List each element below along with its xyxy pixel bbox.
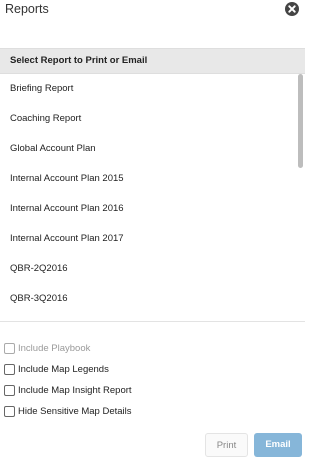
report-list-scrollbar[interactable] xyxy=(298,74,303,168)
include-map-insight-report-checkbox[interactable] xyxy=(4,385,15,396)
report-item-label: Global Account Plan xyxy=(10,143,96,154)
report-item-label: Internal Account Plan 2017 xyxy=(10,233,124,244)
report-item[interactable]: Internal Account Plan 2016 xyxy=(0,194,296,224)
report-item[interactable]: QBR-3Q2016 xyxy=(0,284,296,314)
email-button[interactable]: Email xyxy=(254,433,302,457)
dialog-title: Reports xyxy=(5,2,49,16)
close-circle-icon[interactable] xyxy=(285,2,299,16)
include-playbook-checkbox[interactable] xyxy=(4,343,15,354)
report-item[interactable]: Global Account Plan xyxy=(0,134,296,164)
report-item[interactable]: Briefing Report xyxy=(0,74,296,104)
report-item-label: Coaching Report xyxy=(10,113,82,124)
option-hide-sensitive-map-details[interactable]: Hide Sensitive Map Details xyxy=(4,406,284,420)
include-map-insight-report-label: Include Map Insight Report xyxy=(18,385,132,396)
report-item[interactable]: Internal Account Plan 2017 xyxy=(0,224,296,254)
dialog-spacer xyxy=(0,24,305,48)
include-map-legends-checkbox[interactable] xyxy=(4,364,15,375)
report-list[interactable]: Briefing Report Coaching Report Global A… xyxy=(0,74,305,318)
dialog-titlebar: Reports xyxy=(0,0,305,24)
report-item[interactable]: Internal Account Plan 2015 xyxy=(0,164,296,194)
option-include-map-legends[interactable]: Include Map Legends xyxy=(4,364,284,378)
report-item-label: Internal Account Plan 2016 xyxy=(10,203,124,214)
include-map-legends-label: Include Map Legends xyxy=(18,364,109,375)
report-item-label: Briefing Report xyxy=(10,83,74,94)
report-list-header: Select Report to Print or Email xyxy=(0,48,305,74)
hide-sensitive-map-details-checkbox[interactable] xyxy=(4,406,15,417)
hide-sensitive-map-details-label: Hide Sensitive Map Details xyxy=(18,406,132,417)
report-list-header-label: Select Report to Print or Email xyxy=(10,55,148,66)
report-item[interactable]: Coaching Report xyxy=(0,104,296,134)
report-item-label: QBR-2Q2016 xyxy=(10,263,68,274)
print-button[interactable]: Print xyxy=(205,433,248,457)
divider xyxy=(0,321,305,322)
option-include-map-insight-report[interactable]: Include Map Insight Report xyxy=(4,385,284,399)
report-item-label: Internal Account Plan 2015 xyxy=(10,173,124,184)
report-item-label: QBR-3Q2016 xyxy=(10,293,68,304)
report-item[interactable]: QBR-2Q2016 xyxy=(0,254,296,284)
include-playbook-label: Include Playbook xyxy=(18,343,91,354)
option-include-playbook[interactable]: Include Playbook xyxy=(4,343,284,357)
